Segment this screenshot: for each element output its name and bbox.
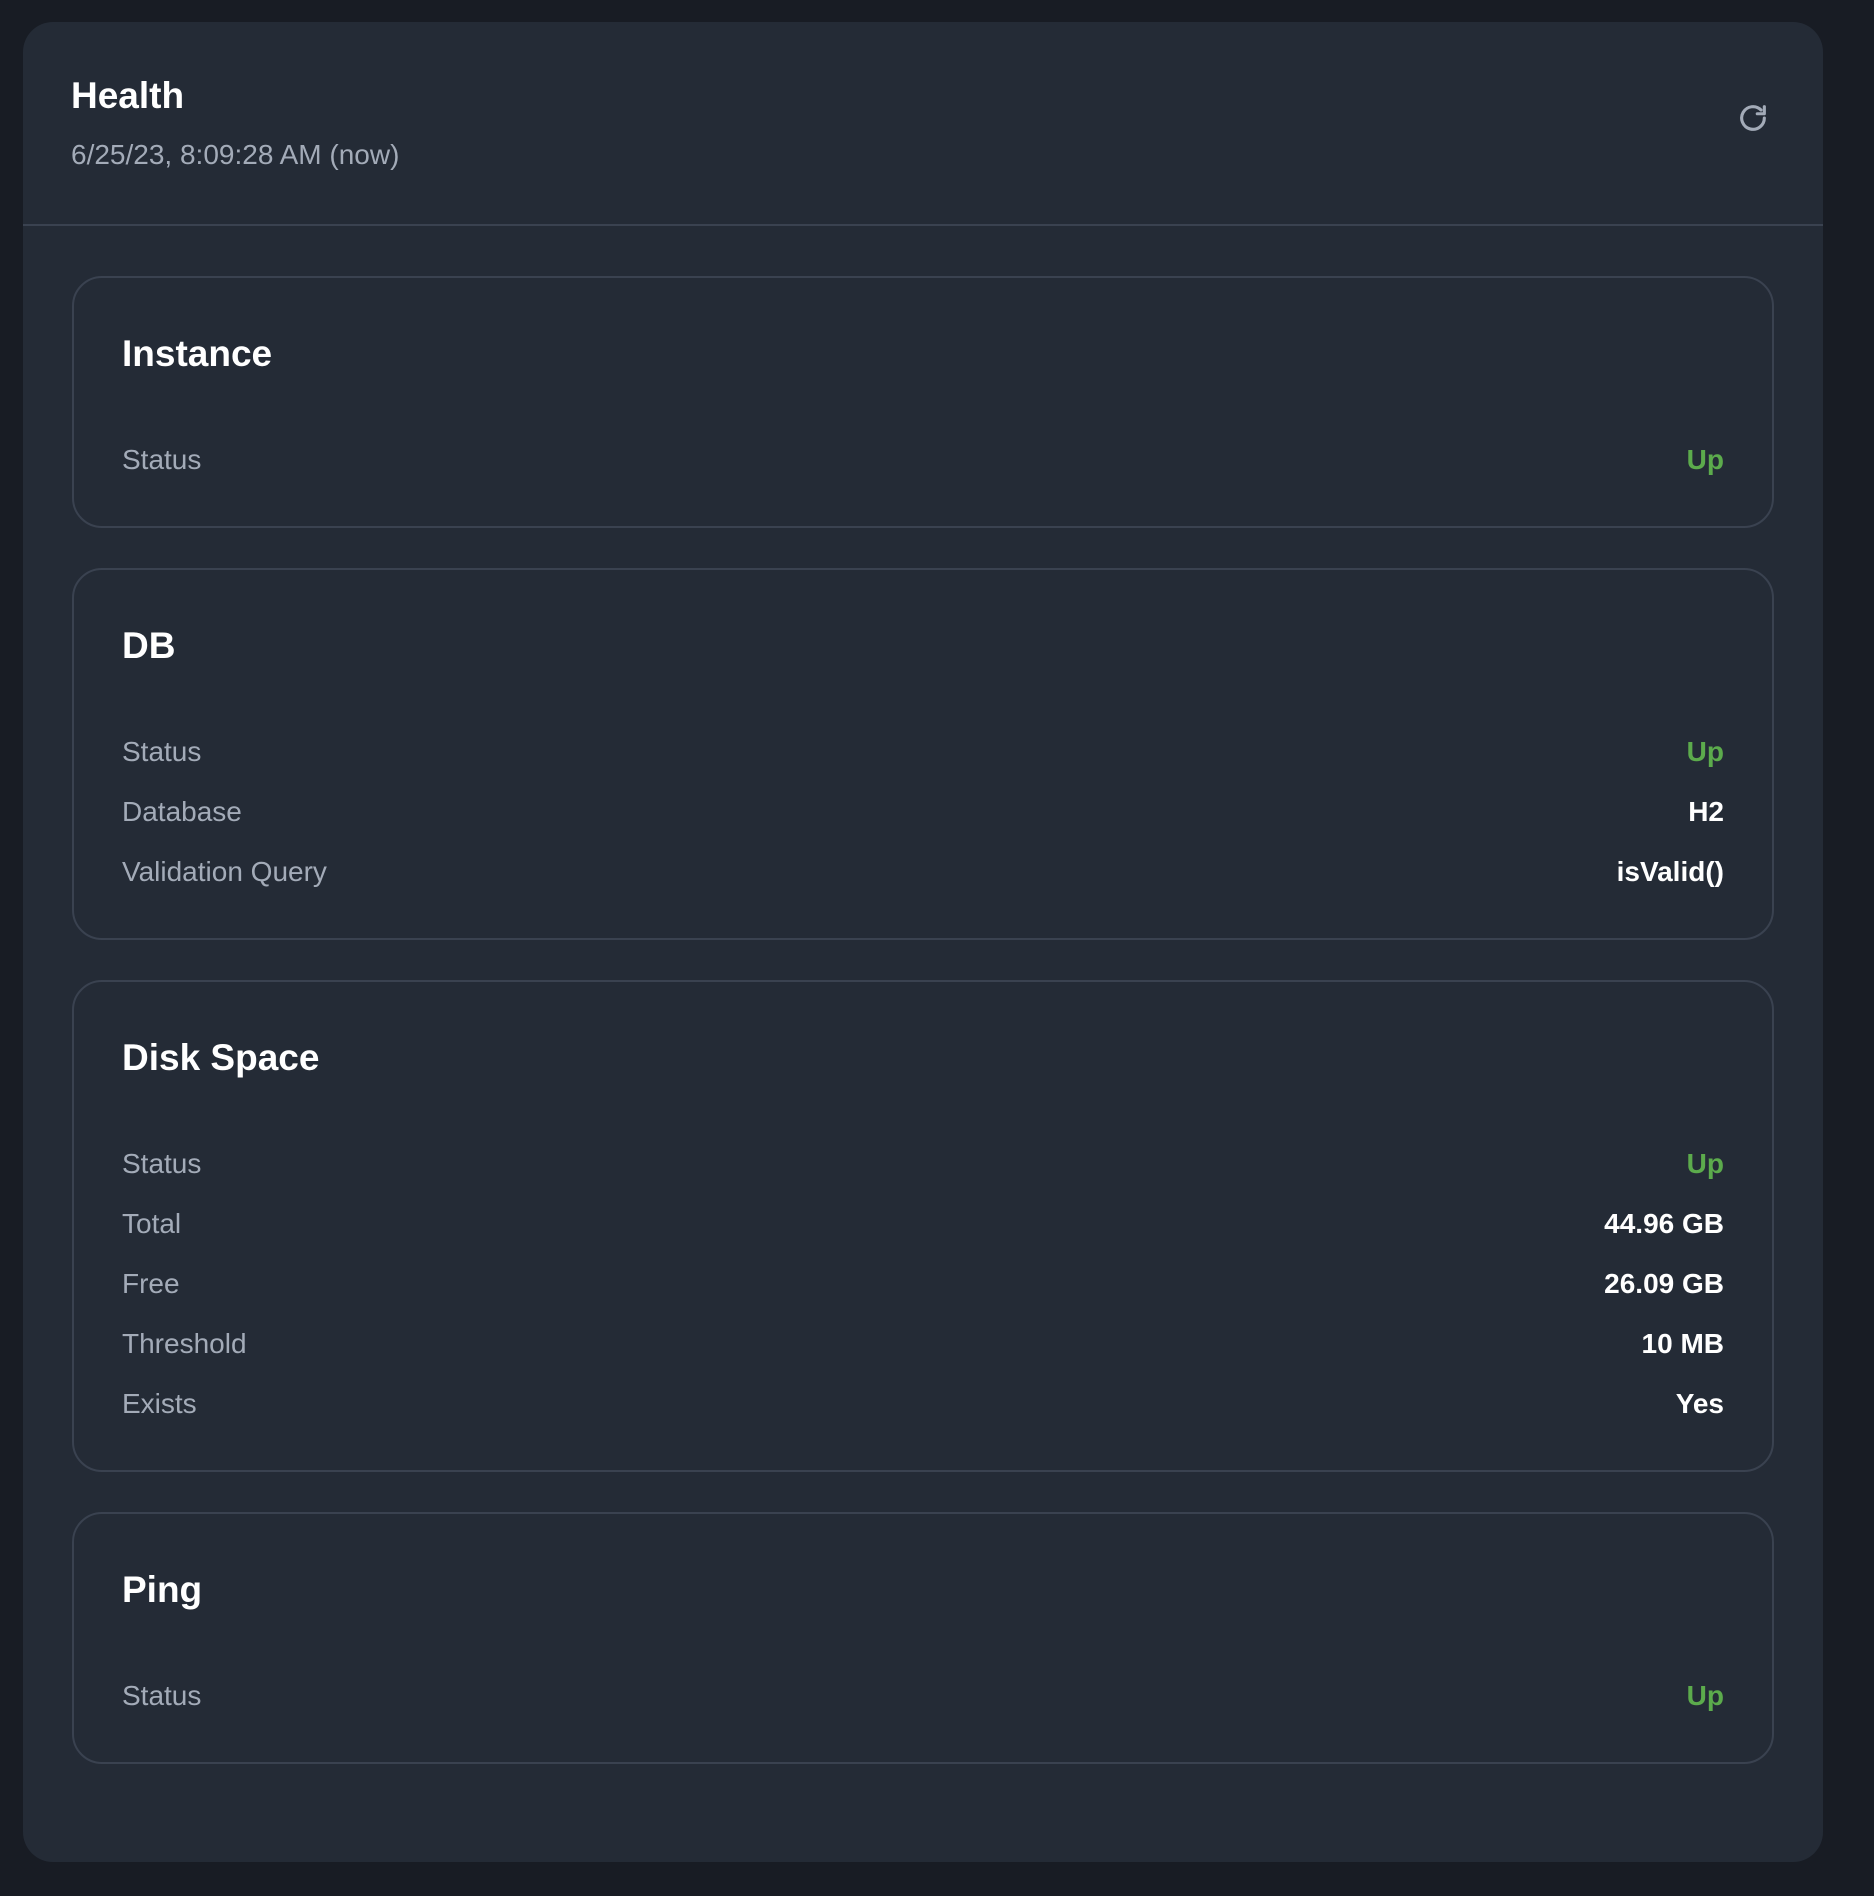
detail-row-total: Total 44.96 GB (122, 1194, 1724, 1254)
detail-label: Threshold (122, 1328, 247, 1359)
page-title: Health (71, 75, 185, 116)
detail-label: Status (122, 1680, 202, 1711)
detail-row-exists: Exists Yes (122, 1374, 1724, 1434)
detail-value: 26.09 GB (1604, 1268, 1724, 1299)
detail-row-status: Status Up (122, 1666, 1724, 1726)
detail-row-validation-query: Validation Query isValid() (122, 842, 1724, 902)
detail-label: Total (122, 1208, 182, 1239)
detail-value: isValid() (1616, 856, 1724, 887)
detail-value: H2 (1688, 796, 1724, 827)
detail-row-threshold: Threshold 10 MB (122, 1314, 1724, 1374)
status-badge: Up (1686, 444, 1724, 475)
card-title: Ping (122, 1569, 203, 1610)
detail-label: Status (122, 1148, 202, 1179)
status-badge: Up (1686, 736, 1724, 767)
detail-label: Status (122, 444, 202, 475)
card-db: DB Status Up Database H2 Validation Quer… (72, 568, 1774, 940)
detail-value: Yes (1675, 1388, 1724, 1419)
detail-row-status: Status Up (122, 1134, 1724, 1194)
status-badge: Up (1686, 1148, 1724, 1179)
detail-row-free: Free 26.09 GB (122, 1254, 1724, 1314)
card-disk-space: Disk Space Status Up Total 44.96 GB Free… (72, 980, 1774, 1472)
card-title: DB (122, 625, 176, 666)
card-rows: Status Up (122, 1612, 1724, 1762)
refresh-button[interactable] (1733, 98, 1773, 138)
detail-row-status: Status Up (122, 722, 1724, 782)
timestamp: 6/25/23, 8:09:28 AM (now) (71, 139, 400, 170)
card-rows: Status Up Total 44.96 GB Free 26.09 GB T… (122, 1080, 1724, 1470)
detail-label: Exists (122, 1388, 197, 1419)
detail-label: Free (122, 1268, 180, 1299)
status-badge: Up (1686, 1680, 1724, 1711)
card-ping: Ping Status Up (72, 1512, 1774, 1764)
detail-row-status: Status Up (122, 430, 1724, 490)
detail-value: 44.96 GB (1604, 1208, 1724, 1239)
health-cards: Instance Status Up DB Status Up Database… (72, 276, 1774, 1804)
panel-header: Health 6/25/23, 8:09:28 AM (now) (23, 22, 1823, 226)
health-panel: Health 6/25/23, 8:09:28 AM (now) Instanc… (23, 22, 1823, 1862)
detail-label: Database (122, 796, 242, 827)
card-rows: Status Up Database H2 Validation Query i… (122, 668, 1724, 938)
detail-row-database: Database H2 (122, 782, 1724, 842)
card-rows: Status Up (122, 376, 1724, 526)
refresh-icon (1740, 105, 1766, 131)
detail-label: Status (122, 736, 202, 767)
card-title: Instance (122, 333, 273, 374)
card-title: Disk Space (122, 1037, 320, 1078)
detail-value: 10 MB (1641, 1328, 1724, 1359)
card-instance: Instance Status Up (72, 276, 1774, 528)
detail-label: Validation Query (122, 856, 327, 887)
